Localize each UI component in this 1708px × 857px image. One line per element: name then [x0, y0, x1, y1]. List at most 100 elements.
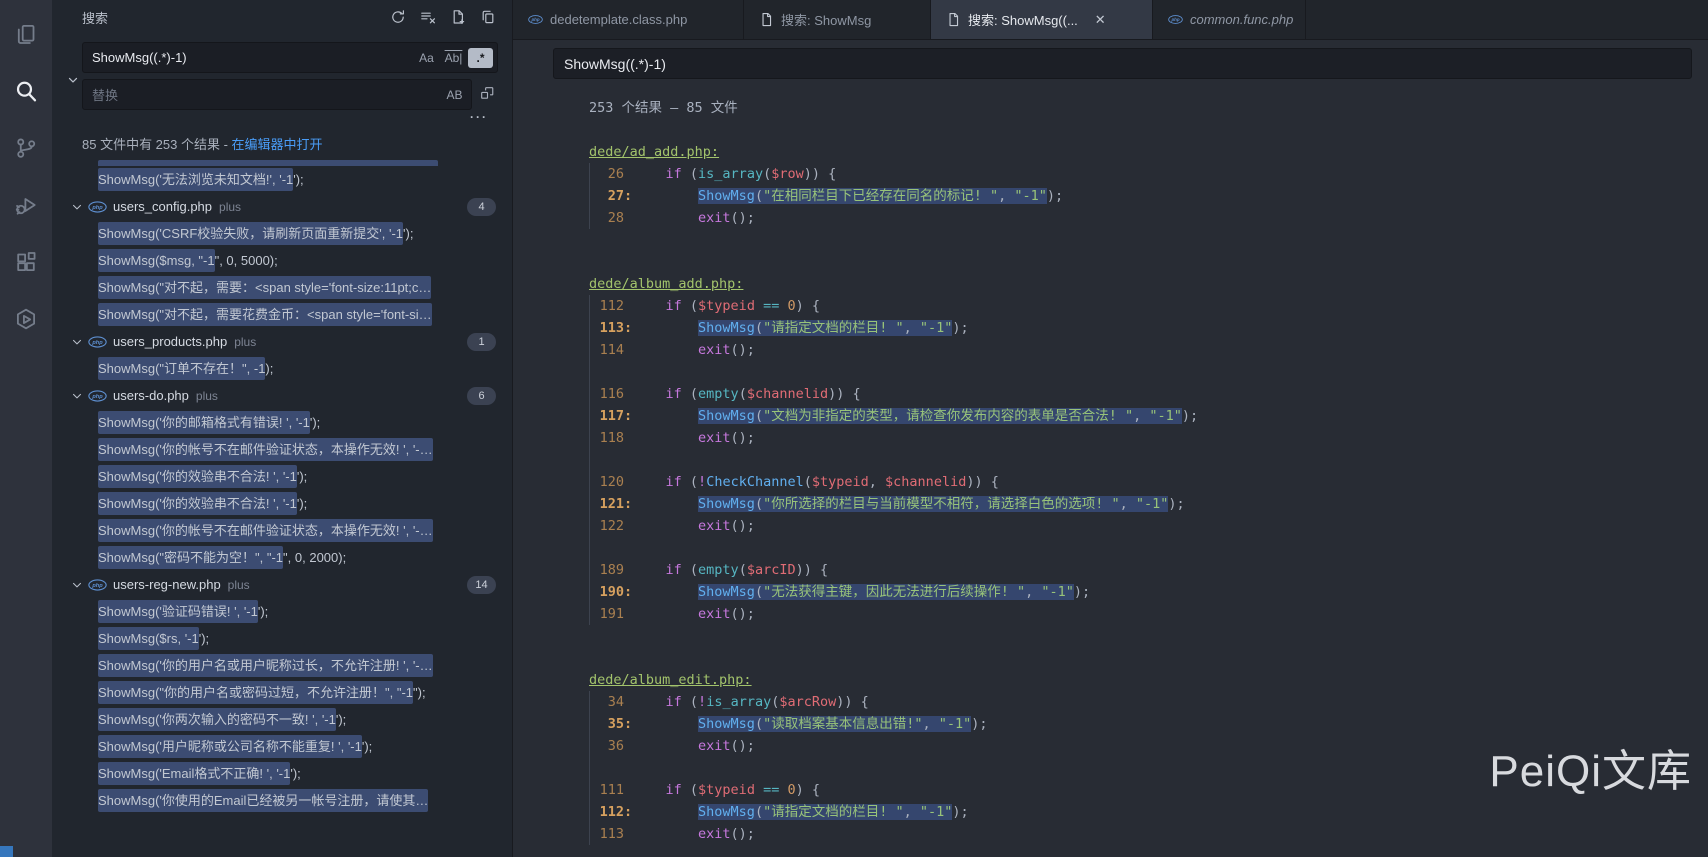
- code-line[interactable]: 190: ShowMsg("无法获得主键，因此无法进行后续操作! ", "-1"…: [590, 581, 1708, 603]
- code-line[interactable]: 118 exit();: [590, 427, 1708, 449]
- remote-indicator-sliver[interactable]: [0, 846, 13, 857]
- toggle-replace-button[interactable]: [64, 42, 82, 123]
- match-result-row[interactable]: ShowMsg('Email格式不正确! ', '-1');: [52, 760, 512, 787]
- blank-line: [589, 625, 1708, 647]
- match-result-row[interactable]: ShowMsg('无法浏览未知文档!', '-1');: [52, 166, 512, 193]
- code-line[interactable]: 116 if (empty($channelid)) {: [590, 383, 1708, 405]
- code-line[interactable]: 26 if (is_array($row)) {: [590, 163, 1708, 185]
- preserve-case-toggle[interactable]: AB: [442, 85, 467, 105]
- replace-all-icon[interactable]: [480, 86, 498, 104]
- tab-1[interactable]: phpdedetemplate.class.php: [513, 0, 744, 39]
- regex-toggle[interactable]: .*: [468, 48, 493, 68]
- file-heading: dede/album_add.php:: [589, 273, 1708, 295]
- chevron-down-icon[interactable]: [70, 578, 84, 592]
- line-number: 114: [590, 339, 624, 361]
- file-heading-link[interactable]: dede/album_add.php:: [589, 276, 743, 292]
- refresh-icon[interactable]: [390, 9, 406, 25]
- code-line[interactable]: 34 if (!is_array($arcRow)) {: [590, 691, 1708, 713]
- match-highlight: ShowMsg('你使用的Email已经被另一帐号注册，请使其…: [98, 789, 428, 812]
- match-result-row[interactable]: ShowMsg('你的帐号不在邮件验证状态，本操作无效! ', '-…: [52, 517, 512, 544]
- code-line[interactable]: 117: ShowMsg("文档为非指定的类型，请检查你发布内容的表单是否合法!…: [590, 405, 1708, 427]
- line-number-colon: [624, 603, 633, 625]
- match-result-row[interactable]: ShowMsg($rs, '-1');: [52, 625, 512, 652]
- match-result-row[interactable]: ShowMsg('你的效验串不合法! ', '-1');: [52, 490, 512, 517]
- match-result-row[interactable]: ShowMsg("密码不能为空！", "-1", 0, 2000);: [52, 544, 512, 571]
- code-line[interactable]: 121: ShowMsg("你所选择的栏目与当前模型不相符，请选择白色的选项! …: [590, 493, 1708, 515]
- code-line[interactable]: 120 if (!CheckChannel($typeid, $channeli…: [590, 471, 1708, 493]
- open-in-editor-icon[interactable]: [480, 9, 496, 25]
- activitybar-hexagon-extension[interactable]: [0, 293, 52, 350]
- line-number-colon: [624, 163, 633, 185]
- tab-label: 搜索: ShowMsg((...: [968, 10, 1078, 29]
- line-number-colon: [624, 427, 633, 449]
- line-number-colon: [624, 735, 633, 757]
- code-line[interactable]: 122 exit();: [590, 515, 1708, 537]
- match-tail: ');: [403, 226, 413, 241]
- match-case-toggle[interactable]: Aa: [414, 48, 439, 68]
- activitybar-extensions[interactable]: [0, 236, 52, 293]
- chevron-down-icon[interactable]: [70, 200, 84, 214]
- code-line[interactable]: 35: ShowMsg("读取档案基本信息出错!", "-1");: [590, 713, 1708, 735]
- match-tail: ');: [336, 712, 346, 727]
- match-result-row[interactable]: ShowMsg("对不起，需要：<span style='font-size:1…: [52, 274, 512, 301]
- match-result-row[interactable]: ShowMsg('CSRF校验失败，请刷新页面重新提交', '-1');: [52, 220, 512, 247]
- code-line[interactable]: 28 exit();: [590, 207, 1708, 229]
- more-actions-dots[interactable]: ···: [82, 110, 498, 123]
- search-editor-query-text: ShowMsg((.*)-1): [564, 56, 666, 72]
- chevron-down-icon[interactable]: [70, 389, 84, 403]
- match-result-row[interactable]: ShowMsg("你的用户名或密码过短，不允许注册！", "-1");: [52, 679, 512, 706]
- tab-3[interactable]: 搜索: ShowMsg((... ✕: [931, 0, 1153, 39]
- line-number-colon: [624, 691, 633, 713]
- activitybar-source-control[interactable]: [0, 122, 52, 179]
- match-result-row[interactable]: ShowMsg("订单不存在！", -1);: [52, 355, 512, 382]
- file-heading-link[interactable]: dede/album_edit.php:: [589, 672, 752, 688]
- close-icon[interactable]: ✕: [1095, 12, 1106, 28]
- match-result-row[interactable]: ShowMsg('你的邮箱格式有错误! ', '-1');: [52, 409, 512, 436]
- line-number: 116: [590, 383, 624, 405]
- tab-2[interactable]: 搜索: ShowMsg: [744, 0, 931, 39]
- code-line[interactable]: 113 exit();: [590, 823, 1708, 845]
- code-line[interactable]: 112 if ($typeid == 0) {: [590, 295, 1708, 317]
- match-result-row[interactable]: ShowMsg("对不起，需要花费金币：<span style='font-si…: [52, 301, 512, 328]
- code-line[interactable]: 112: ShowMsg("请指定文档的栏目! ", "-1");: [590, 801, 1708, 823]
- code-line[interactable]: 189 if (empty($arcID)) {: [590, 559, 1708, 581]
- chevron-down-icon[interactable]: [70, 335, 84, 349]
- match-result-row[interactable]: ShowMsg('你的帐号不在邮件验证状态，本操作无效! ', '-…: [52, 436, 512, 463]
- whole-word-toggle[interactable]: Ab|: [441, 48, 466, 68]
- code-line[interactable]: 114 exit();: [590, 339, 1708, 361]
- file-result-row[interactable]: phpusers-do.phpplus6: [52, 382, 512, 409]
- new-search-editor-icon[interactable]: [450, 9, 466, 25]
- svg-text:php: php: [91, 205, 103, 211]
- match-result-row[interactable]: ShowMsg('用户昵称或公司名称不能重复! ', '-1');: [52, 733, 512, 760]
- tab-label: dedetemplate.class.php: [550, 12, 687, 27]
- search-sidebar: 搜索 ShowMsg((.*)-1) AaAb|.* 替换 AB: [52, 0, 513, 857]
- match-result-row[interactable]: ShowMsg('验证码错误! ', '-1');: [52, 598, 512, 625]
- search-query-text: ShowMsg((.*)-1): [92, 50, 412, 65]
- match-result-row[interactable]: ShowMsg('你的效验串不合法! ', '-1');: [52, 463, 512, 490]
- file-result-row[interactable]: phpusers_config.phpplus4: [52, 193, 512, 220]
- match-result-row[interactable]: ShowMsg('你使用的Email已经被另一帐号注册，请使其…: [52, 787, 512, 814]
- activitybar-run-debug[interactable]: [0, 179, 52, 236]
- search-input[interactable]: ShowMsg((.*)-1) AaAb|.*: [82, 42, 498, 73]
- activitybar-search[interactable]: [0, 65, 52, 122]
- replace-input[interactable]: 替换 AB: [82, 79, 472, 110]
- activitybar-explorer[interactable]: [0, 8, 52, 65]
- match-tail: ');: [258, 604, 268, 619]
- code-line[interactable]: 191 exit();: [590, 603, 1708, 625]
- file-name: users-do.php: [113, 388, 189, 403]
- match-tail: ');: [310, 415, 320, 430]
- tab-4[interactable]: phpcommon.func.php: [1153, 0, 1306, 39]
- code-line[interactable]: 27: ShowMsg("在相同栏目下已经存在同名的标记! ", "-1");: [590, 185, 1708, 207]
- file-result-row[interactable]: phpusers-reg-new.phpplus14: [52, 571, 512, 598]
- sidebar-header: 搜索: [52, 0, 512, 34]
- open-in-editor-link[interactable]: 在编辑器中打开: [232, 137, 323, 152]
- file-heading-link[interactable]: dede/ad_add.php:: [589, 144, 719, 160]
- clear-search-results-icon[interactable]: [420, 9, 436, 25]
- match-result-row[interactable]: ShowMsg($msg, "-1", 0, 5000);: [52, 247, 512, 274]
- match-result-row[interactable]: ShowMsg('你的用户名或用户昵称过长，不允许注册! ', '-…: [52, 652, 512, 679]
- match-highlight: ShowMsg('无法浏览未知文档!', '-1: [98, 168, 293, 191]
- file-result-row[interactable]: phpusers_products.phpplus1: [52, 328, 512, 355]
- search-editor-query-input[interactable]: ShowMsg((.*)-1): [553, 48, 1692, 79]
- match-result-row[interactable]: ShowMsg('你两次输入的密码不一致! ', '-1');: [52, 706, 512, 733]
- code-line[interactable]: 113: ShowMsg("请指定文档的栏目! ", "-1");: [590, 317, 1708, 339]
